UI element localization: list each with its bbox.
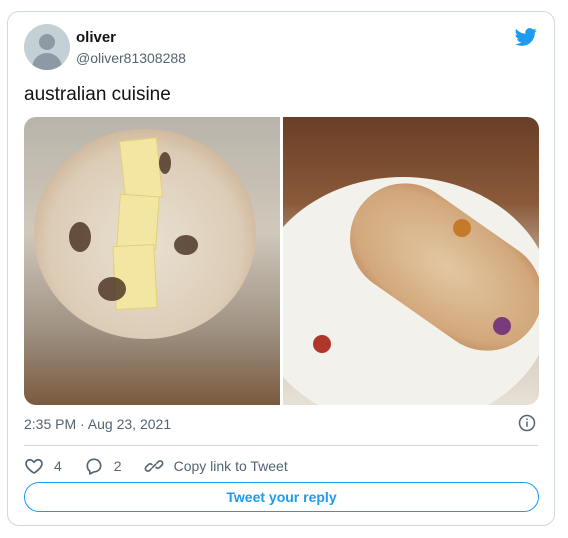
- photo-folded-wrap[interactable]: [283, 117, 539, 405]
- burn-mark: [98, 277, 126, 301]
- tweet-media[interactable]: [24, 117, 539, 405]
- author-name[interactable]: oliver: [76, 29, 116, 46]
- cheese-slice: [118, 137, 164, 201]
- cheese-slice: [116, 193, 160, 251]
- twitter-bird-icon[interactable]: [514, 26, 538, 48]
- info-icon[interactable]: [518, 414, 536, 432]
- reply-button[interactable]: 2: [84, 456, 122, 476]
- copy-link-label: Copy link to Tweet: [173, 458, 288, 474]
- heart-icon: [25, 458, 43, 475]
- like-count: 4: [54, 458, 62, 474]
- tweet-timestamp[interactable]: 2:35 PM · Aug 23, 2021: [24, 416, 171, 432]
- divider: [24, 445, 538, 446]
- burn-mark: [159, 152, 171, 174]
- copy-link-button[interactable]: Copy link to Tweet: [144, 456, 288, 476]
- avatar-body: [32, 53, 62, 70]
- rooster-motif: [313, 335, 331, 353]
- comment-icon: [86, 458, 102, 475]
- like-button[interactable]: 4: [24, 456, 62, 476]
- photo-tortilla-cheese[interactable]: [24, 117, 280, 405]
- tweet-actions: 4 2 Copy link to Tweet: [24, 456, 310, 476]
- burn-mark: [69, 222, 91, 252]
- tweet-card: oliver @oliver81308288 australian cuisin…: [7, 11, 555, 526]
- tweet-your-reply-button[interactable]: Tweet your reply: [24, 482, 539, 512]
- avatar[interactable]: [24, 24, 70, 70]
- rooster-motif: [493, 317, 511, 335]
- avatar-head: [39, 34, 55, 50]
- reply-count: 2: [113, 458, 122, 474]
- rooster-motif: [453, 219, 471, 237]
- link-icon: [144, 460, 163, 472]
- author-handle[interactable]: @oliver81308288: [76, 50, 186, 66]
- tweet-text: australian cuisine: [24, 84, 171, 105]
- burn-mark: [174, 235, 198, 255]
- cheese-slice: [112, 243, 158, 311]
